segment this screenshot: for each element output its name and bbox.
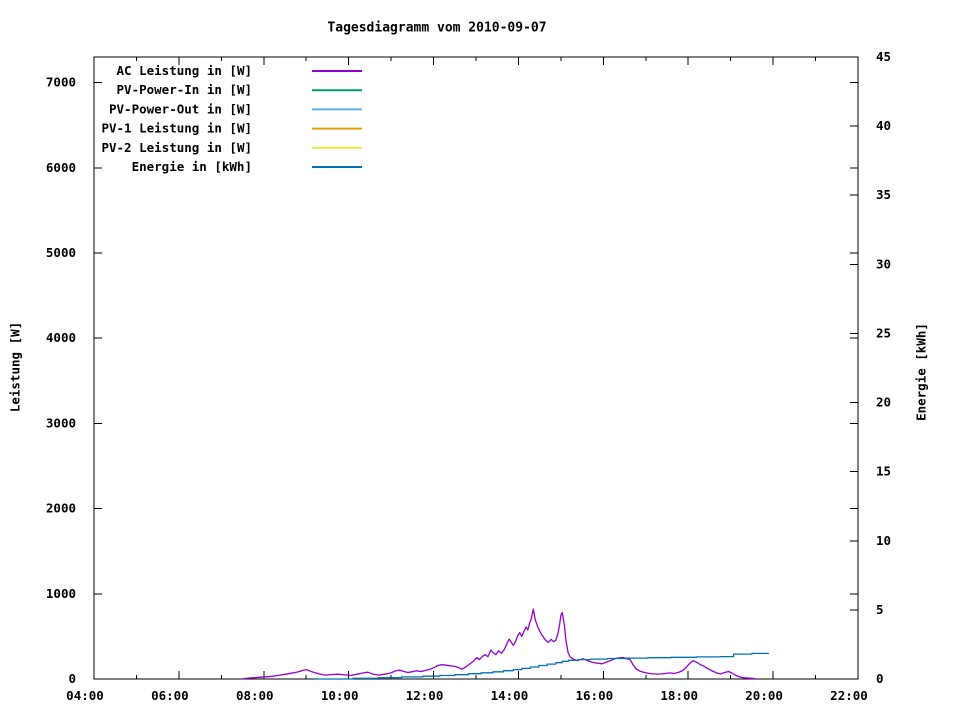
y2-axis-label: Energie [kWh] <box>913 323 929 421</box>
series-line-energie-in-kwh <box>314 652 769 680</box>
legend-label-pv-power-out-in-w: PV-Power-Out in [W] <box>109 101 252 116</box>
x-tick-label: 18:00 <box>660 688 698 703</box>
legend-label-energie-in-kwh: Energie in [kWh] <box>132 159 252 174</box>
y1-tick-label: 4000 <box>46 330 76 345</box>
y2-tick-label: 15 <box>876 464 891 479</box>
legend-label-ac-leistung-in-w: AC Leistung in [W] <box>117 63 252 78</box>
y1-tick-label: 6000 <box>46 160 76 175</box>
x-tick-label: 20:00 <box>745 688 783 703</box>
y1-tick-label: 0 <box>68 671 76 686</box>
y1-tick-label: 5000 <box>46 245 76 260</box>
x-tick-label: 22:00 <box>830 688 868 703</box>
series-line-ac-leistung-in-w <box>242 608 756 680</box>
chart-canvas: 04:00 06:00 08:00 10:00 12:00 14:00 16:00 18:00… <box>0 0 960 720</box>
x-tick-label: 10:00 <box>321 688 359 703</box>
y1-axis-label: Leistung [W] <box>7 321 23 413</box>
x-tick-label: 08:00 <box>236 688 274 703</box>
y2-tick-label: 10 <box>876 533 891 548</box>
legend-label-pv-1-leistung-in-w: PV-1 Leistung in [W] <box>101 121 252 136</box>
y2-tick-label: 5 <box>876 602 884 617</box>
y2-tick-label: 30 <box>876 256 891 271</box>
y2-tick-label: 35 <box>876 187 891 202</box>
chart-title: Tagesdiagramm vom 2010-09-07 <box>327 20 547 36</box>
y2-tick-label: 40 <box>876 118 891 133</box>
y1-tick-label: 3000 <box>46 415 76 430</box>
x-tick-label: 06:00 <box>151 688 189 703</box>
y2-tick-label: 25 <box>876 325 891 340</box>
legend-label-pv-power-in-in-w: PV-Power-In in [W] <box>117 82 252 97</box>
y2-tick-label: 0 <box>876 671 884 686</box>
plot-area: 04:00 06:00 08:00 10:00 12:00 14:00 16:00 18:00… <box>46 49 891 703</box>
legend-label-pv-2-leistung-in-w: PV-2 Leistung in [W] <box>101 140 252 155</box>
y1-tick-label: 1000 <box>46 586 76 601</box>
x-tick-label: 14:00 <box>491 688 529 703</box>
y1-tick-label: 7000 <box>46 75 76 90</box>
x-tick-label: 12:00 <box>406 688 444 703</box>
x-tick-label: 04:00 <box>66 688 104 703</box>
x-tick-label: 16:00 <box>576 688 614 703</box>
y2-tick-label: 20 <box>876 395 891 410</box>
y2-tick-label: 45 <box>876 49 891 64</box>
y1-tick-label: 2000 <box>46 501 76 516</box>
